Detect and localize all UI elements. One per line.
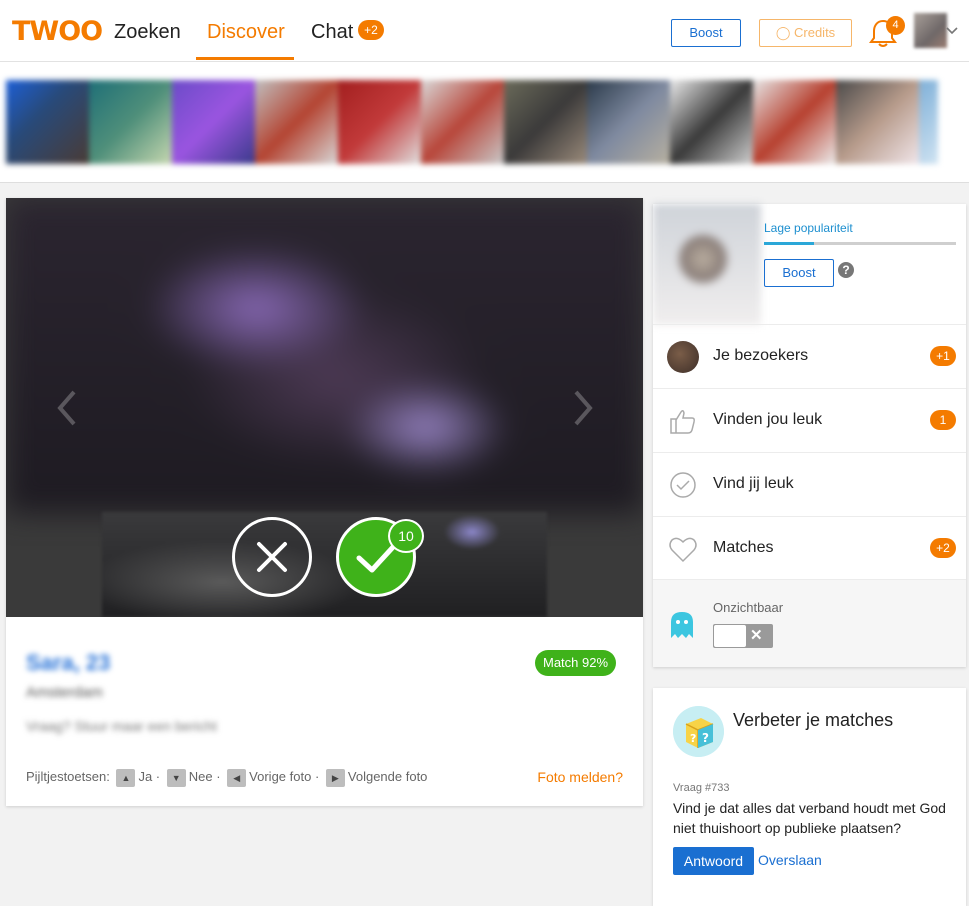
- check-circle-icon: [670, 472, 696, 498]
- profile-thumbnail[interactable]: [836, 80, 919, 164]
- ghost-icon: [671, 612, 693, 638]
- toggle-off-icon: ✕: [750, 627, 763, 644]
- chat-badge: +2: [358, 20, 384, 40]
- close-icon: [257, 542, 287, 572]
- profile-name[interactable]: Sara, 23: [26, 650, 110, 676]
- sidebar-item-you-like[interactable]: Vind jij leuk: [653, 452, 966, 516]
- svg-text:?: ?: [690, 732, 696, 745]
- question-box-icon: ? ?: [673, 706, 724, 757]
- profile-thumbnail[interactable]: [753, 80, 836, 164]
- active-tab-indicator: [196, 57, 294, 60]
- popularity-bar-fill: [764, 242, 814, 245]
- keyboard-shortcuts-hint: Pijltjestoetsen: ▲ Ja · ▼ Nee · ◀ Vorige fo…: [26, 768, 427, 787]
- chevron-down-icon[interactable]: [946, 26, 958, 36]
- skip-link[interactable]: Overslaan: [758, 852, 822, 868]
- answer-button[interactable]: Antwoord: [673, 847, 754, 875]
- report-photo-link[interactable]: Foto melden?: [537, 769, 623, 785]
- sidebar-item-likes-you[interactable]: Vinden jou leuk 1: [653, 388, 966, 452]
- notification-badge: 4: [886, 16, 905, 35]
- profile-thumbnail[interactable]: [255, 80, 338, 164]
- profile-thumbnail[interactable]: [338, 80, 421, 164]
- twoo-logo[interactable]: TWOO: [12, 18, 103, 46]
- profile-location: Amsterdam: [26, 684, 103, 701]
- profile-thumbnail[interactable]: [421, 80, 504, 164]
- shortcut-no-label: Nee: [188, 769, 213, 784]
- popularity-bar: [764, 242, 956, 245]
- user-avatar[interactable]: [914, 13, 947, 48]
- arrow-down-key-icon: ▼: [166, 768, 186, 787]
- profile-card: 10 Sara, 23 Amsterdam Vraag? Stuur maar …: [6, 198, 643, 806]
- arrow-right-key-icon: ▶: [325, 768, 345, 787]
- profile-thumbnail[interactable]: [172, 80, 255, 164]
- shortcut-next-label: Volgende foto: [347, 769, 428, 784]
- photo-image-bottom: [102, 512, 547, 617]
- toggle-knob: [714, 625, 746, 647]
- likes-remaining-badge: 10: [388, 519, 424, 553]
- improve-matches-card: ? ? Verbeter je matches Vraag #733 Vind …: [653, 688, 966, 906]
- popularity-label: Lage populariteit: [764, 221, 853, 235]
- shortcuts-label: Pijltjestoetsen:: [26, 769, 110, 784]
- profile-thumbnail[interactable]: [587, 80, 670, 164]
- arrow-up-key-icon: ▲: [116, 768, 136, 787]
- sidebar-item-label: Matches: [713, 539, 774, 556]
- profile-thumbnail[interactable]: [89, 80, 172, 164]
- profile-photo[interactable]: 10: [6, 198, 643, 617]
- invisible-toggle[interactable]: ✕: [713, 624, 773, 648]
- previous-photo-icon[interactable]: [52, 388, 82, 428]
- credits-label: Credits: [794, 25, 836, 40]
- matches-badge: +2: [930, 538, 956, 558]
- question-text: Vind je dat alles dat verband houdt met …: [673, 800, 946, 836]
- shortcut-yes-label: Ja: [138, 769, 153, 784]
- top-header: TWOO Zoeken Discover Chat +2 Boost ◯ Cre…: [0, 0, 969, 62]
- activity-panel: Lage populariteit Boost ? Je bezoekers +…: [653, 204, 966, 667]
- help-icon[interactable]: ?: [838, 262, 854, 278]
- shortcut-prev-label: Vorige foto: [249, 769, 312, 784]
- tab-chat[interactable]: Chat: [311, 20, 353, 44]
- photo-image: [6, 198, 643, 513]
- arrow-left-key-icon: ◀: [227, 768, 247, 787]
- next-photo-icon[interactable]: [568, 388, 598, 428]
- thumbs-up-icon: [670, 409, 695, 434]
- visitors-badge: +1: [930, 346, 956, 366]
- visitor-avatar: [667, 341, 699, 373]
- sidebar-boost-button[interactable]: Boost: [764, 259, 834, 287]
- profile-thumbnail[interactable]: [919, 80, 938, 164]
- sidebar-item-label: Vinden jou leuk: [713, 411, 823, 428]
- credits-coin-icon: ◯: [775, 25, 791, 40]
- question-number: Vraag #733: [673, 782, 730, 794]
- dislike-button[interactable]: [232, 517, 312, 597]
- profile-thumbnail[interactable]: [6, 80, 89, 164]
- likes-you-badge: 1: [930, 410, 956, 430]
- tab-discover[interactable]: Discover: [207, 20, 285, 44]
- profile-status: Vraag? Stuur maar een bericht: [26, 718, 217, 734]
- profiles-strip: [0, 62, 969, 183]
- sidebar-item-label: Vind jij leuk: [713, 475, 794, 492]
- invisible-label: Onzichtbaar: [713, 600, 784, 615]
- improve-matches-title: Verbeter je matches: [733, 710, 894, 730]
- heart-icon: [669, 537, 697, 563]
- thumbnail-row: [6, 80, 938, 164]
- credits-button[interactable]: ◯ Credits: [759, 19, 852, 47]
- header-boost-button[interactable]: Boost: [671, 19, 741, 47]
- own-profile-picture[interactable]: [653, 204, 761, 325]
- svg-text:?: ?: [702, 731, 709, 745]
- tab-zoeken[interactable]: Zoeken: [114, 20, 181, 44]
- sidebar-item-matches[interactable]: Matches +2: [653, 516, 966, 580]
- match-percentage-badge: Match 92%: [535, 650, 617, 676]
- profile-thumbnail[interactable]: [670, 80, 753, 164]
- profile-thumbnail[interactable]: [504, 80, 587, 164]
- invisible-mode-section: Onzichtbaar ✕: [653, 579, 966, 667]
- sidebar-item-visitors[interactable]: Je bezoekers +1: [653, 324, 966, 388]
- sidebar-item-label: Je bezoekers: [713, 347, 809, 364]
